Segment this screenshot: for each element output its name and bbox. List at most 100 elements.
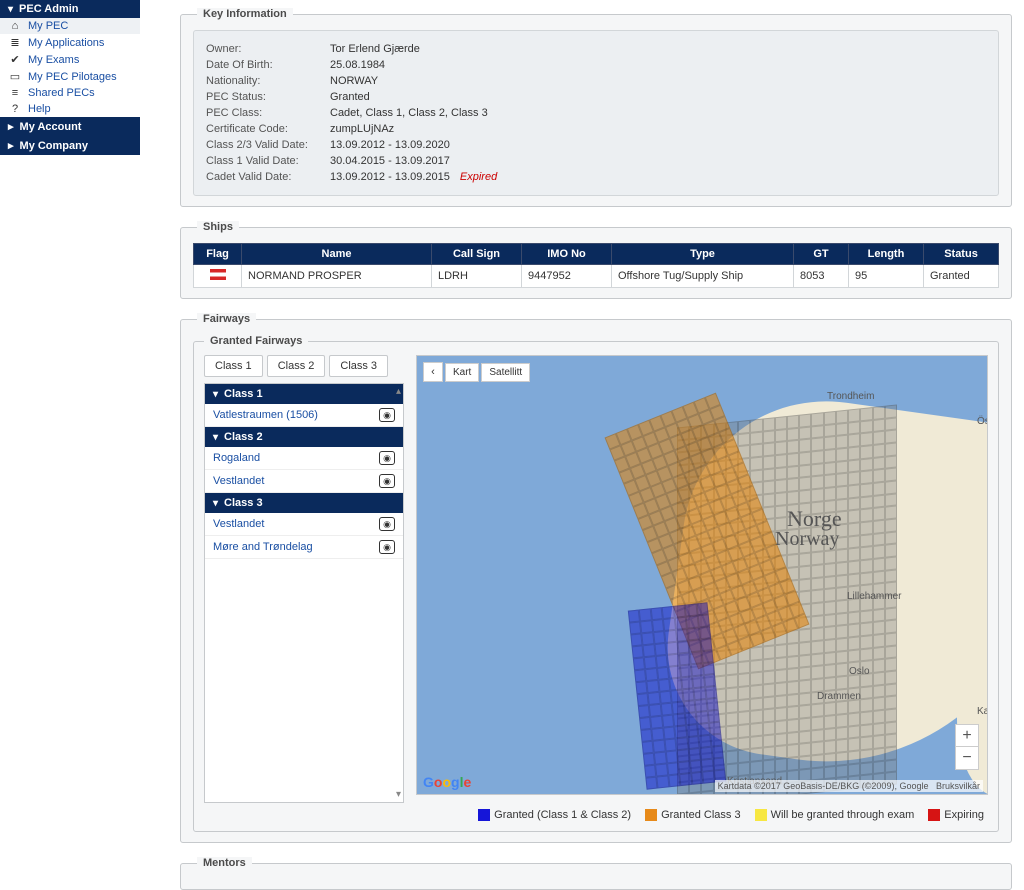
panel-legend: Granted Fairways <box>204 335 308 347</box>
sidebar-item-shared-pecs[interactable]: ≡ Shared PECs <box>0 85 140 101</box>
eye-icon[interactable] <box>379 474 395 488</box>
kv-nationality: Nationality:NORWAY <box>206 73 986 89</box>
map-label-norway: Norway <box>775 528 839 551</box>
cell-imo: 9447952 <box>522 265 612 288</box>
map-type-controls: ‹ Kart Satellitt <box>423 362 530 382</box>
ships-panel: Ships Flag Name Call Sign IMO No Type GT… <box>180 221 1012 299</box>
legend-item: Granted (Class 1 & Class 2) <box>478 809 631 821</box>
tab-class-3[interactable]: Class 3 <box>329 355 388 377</box>
google-logo: Google <box>423 774 471 790</box>
key-info-box: Owner:Tor Erlend Gjærde Date Of Birth:25… <box>193 30 999 196</box>
caret-down-icon <box>8 3 13 15</box>
acc-header-class-3[interactable]: Class 3 <box>205 493 403 513</box>
chevron-right-icon: ▸ <box>8 120 14 133</box>
scroll-up-icon[interactable]: ▴ <box>396 386 401 397</box>
main-content: Key Information Owner:Tor Erlend Gjærde … <box>140 0 1024 890</box>
acc-header-class-2[interactable]: Class 2 <box>205 427 403 447</box>
th-imo[interactable]: IMO No <box>522 244 612 265</box>
table-row[interactable]: NORMAND PROSPER LDRH 9447952 Offshore Tu… <box>194 265 999 288</box>
sidebar-item-my-pec[interactable]: ⌂ My PEC <box>0 18 140 34</box>
kv-pec-class: PEC Class:Cadet, Class 1, Class 2, Class… <box>206 105 986 121</box>
map[interactable]: /* filled below */ Norge Norway Trondhei… <box>416 355 988 795</box>
sidebar: PEC Admin ⌂ My PEC ≣ My Applications ✔ M… <box>0 0 140 890</box>
city-label: Trondheim <box>827 391 874 402</box>
th-callsign[interactable]: Call Sign <box>432 244 522 265</box>
acc-header-class-1[interactable]: Class 1 <box>205 384 403 404</box>
sidebar-item-label: Shared PECs <box>28 87 95 99</box>
tab-class-1[interactable]: Class 1 <box>204 355 263 377</box>
acc-item[interactable]: Vestlandet <box>205 470 403 493</box>
legend-item: Granted Class 3 <box>645 809 740 821</box>
panel-legend: Fairways <box>197 313 256 325</box>
eye-icon[interactable] <box>379 540 395 554</box>
expired-tag: Expired <box>460 171 497 183</box>
sidebar-section-title: PEC Admin <box>19 3 79 15</box>
map-legend: Granted (Class 1 & Class 2) Granted Clas… <box>204 803 988 821</box>
cell-status: Granted <box>924 265 999 288</box>
acc-item[interactable]: Vatlestraumen (1506) <box>205 404 403 427</box>
th-flag[interactable]: Flag <box>194 244 242 265</box>
map-type-satellitt[interactable]: Satellitt <box>481 363 530 382</box>
zoom-in-button[interactable]: + <box>956 725 978 747</box>
sidebar-section-my-company[interactable]: ▸ My Company <box>0 136 140 155</box>
scroll-down-icon[interactable]: ▾ <box>396 789 401 800</box>
sidebar-item-label: My Exams <box>28 54 79 66</box>
panel-legend: Key Information <box>197 8 293 20</box>
fairways-panel: Fairways Granted Fairways Class 1 Class … <box>180 313 1012 843</box>
kv-class1-valid: Class 1 Valid Date:30.04.2015 - 13.09.20… <box>206 153 986 169</box>
city-label: Oslo <box>849 666 870 677</box>
map-canvas[interactable]: /* filled below */ Norge Norway Trondhei… <box>417 356 987 794</box>
city-label: Drammen <box>817 691 861 702</box>
help-icon: ? <box>8 103 22 115</box>
book-icon: ▭ <box>8 70 22 83</box>
city-label: Östersund <box>977 416 988 427</box>
sidebar-item-label: My Applications <box>28 37 104 49</box>
class-tabs: Class 1 Class 2 Class 3 <box>204 355 404 377</box>
sidebar-section-title: My Account <box>20 121 82 133</box>
sidebar-section-my-account[interactable]: ▸ My Account <box>0 117 140 136</box>
key-information-panel: Key Information Owner:Tor Erlend Gjærde … <box>180 8 1012 207</box>
mentors-panel: Mentors <box>180 857 1012 890</box>
tab-class-2[interactable]: Class 2 <box>267 355 326 377</box>
cell-length: 95 <box>849 265 924 288</box>
panel-legend: Ships <box>197 221 239 233</box>
kv-owner: Owner:Tor Erlend Gjærde <box>206 41 986 57</box>
th-status[interactable]: Status <box>924 244 999 265</box>
map-zoom-controls: + − <box>955 724 979 770</box>
sidebar-item-help[interactable]: ? Help <box>0 101 140 117</box>
cell-gt: 8053 <box>794 265 849 288</box>
kv-pec-status: PEC Status:Granted <box>206 89 986 105</box>
eye-icon[interactable] <box>379 517 395 531</box>
sidebar-section-title: My Company <box>20 140 88 152</box>
fairway-accordion: ▴ Class 1 Vatlestraumen (1506) Class 2 R… <box>204 383 404 803</box>
map-back-button[interactable]: ‹ <box>423 362 443 382</box>
acc-item[interactable]: Vestlandet <box>205 513 403 536</box>
th-type[interactable]: Type <box>612 244 794 265</box>
th-gt[interactable]: GT <box>794 244 849 265</box>
sidebar-section-pec-admin[interactable]: PEC Admin <box>0 0 140 18</box>
chevron-right-icon: ▸ <box>8 139 14 152</box>
city-label: Karlstad <box>977 706 988 717</box>
zoom-out-button[interactable]: − <box>956 747 978 769</box>
sidebar-item-my-exams[interactable]: ✔ My Exams <box>0 51 140 68</box>
fairway-navigator: Class 1 Class 2 Class 3 ▴ Class 1 Vatles… <box>204 355 404 803</box>
sidebar-item-my-applications[interactable]: ≣ My Applications <box>0 34 140 51</box>
legend-item: Expiring <box>928 809 984 821</box>
cell-callsign: LDRH <box>432 265 522 288</box>
cell-type: Offshore Tug/Supply Ship <box>612 265 794 288</box>
map-type-kart[interactable]: Kart <box>445 363 479 382</box>
th-name[interactable]: Name <box>242 244 432 265</box>
eye-icon[interactable] <box>379 408 395 422</box>
acc-item[interactable]: Møre and Trøndelag <box>205 536 403 559</box>
sidebar-item-my-pec-pilotages[interactable]: ▭ My PEC Pilotages <box>0 68 140 85</box>
map-terms-link[interactable]: Bruksvilkår <box>936 781 980 791</box>
eye-icon[interactable] <box>379 451 395 465</box>
kv-cert-code: Certificate Code:zumpLUjNAz <box>206 121 986 137</box>
home-icon: ⌂ <box>8 20 22 32</box>
acc-item[interactable]: Rogaland <box>205 447 403 470</box>
ships-table: Flag Name Call Sign IMO No Type GT Lengt… <box>193 243 999 288</box>
th-length[interactable]: Length <box>849 244 924 265</box>
check-icon: ✔ <box>8 53 22 66</box>
sidebar-item-label: My PEC Pilotages <box>28 71 117 83</box>
kv-dob: Date Of Birth:25.08.1984 <box>206 57 986 73</box>
